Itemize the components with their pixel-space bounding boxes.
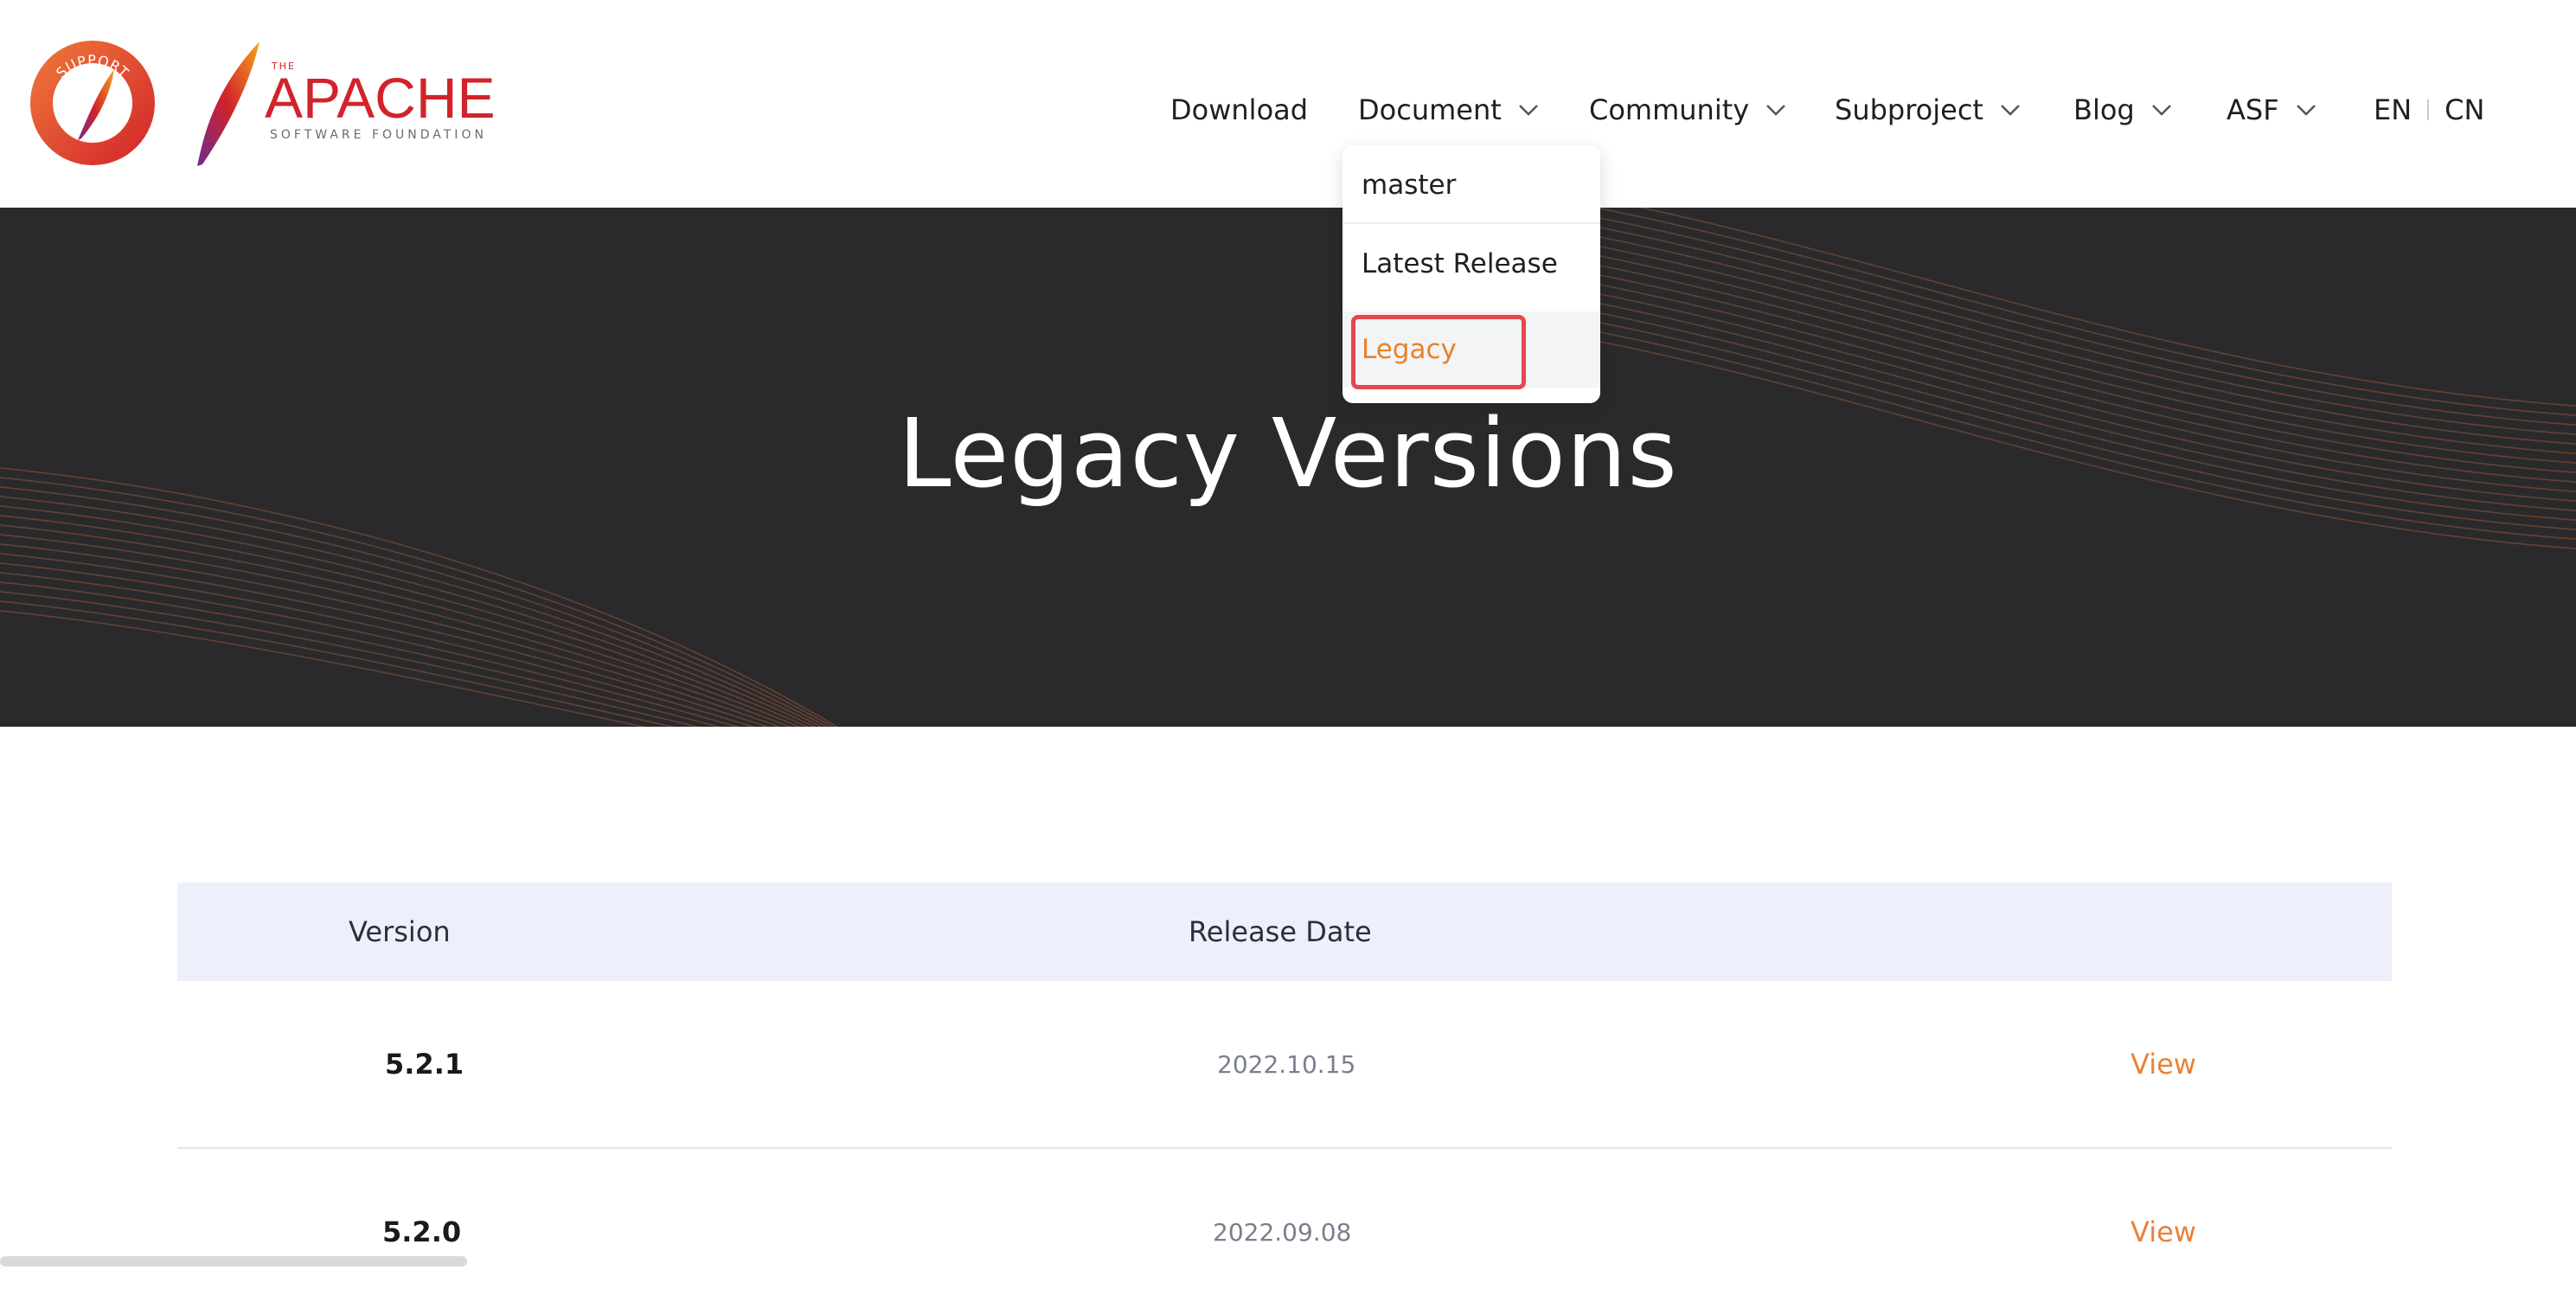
apache-feather-icon — [197, 42, 260, 166]
hero-banner: Legacy Versions — [0, 208, 2576, 727]
nav-subproject-label: Subproject — [1835, 93, 1983, 126]
header-version: Version — [349, 915, 451, 948]
lang-cn[interactable]: CN — [2445, 93, 2484, 126]
versions-table: Version Release Date 5.2.1 2022.10.15 Vi… — [177, 882, 2392, 1315]
nav-download[interactable]: Download — [1170, 87, 1308, 133]
wave-line — [0, 572, 740, 727]
view-link[interactable]: View — [2131, 981, 2196, 1147]
support-apache-badge[interactable]: SUPPORT APACHE — [28, 38, 157, 168]
dropdown-item-latest-release[interactable]: Latest Release — [1342, 226, 1600, 302]
wave-line — [0, 505, 817, 727]
page-title: Legacy Versions — [898, 398, 1678, 509]
chevron-down-icon — [2001, 105, 2020, 116]
nav-blog[interactable]: Blog — [2073, 87, 2173, 133]
lang-divider — [2427, 99, 2430, 120]
selection-highlight — [1351, 315, 1526, 389]
wave-line — [0, 515, 810, 727]
table-row: 5.2.1 2022.10.15 View — [177, 981, 2392, 1149]
asf-logo[interactable]: THE APACHE SOFTWARE FOUNDATION — [192, 38, 512, 168]
wave-line — [0, 477, 834, 727]
dropdown-item-label: Latest Release — [1362, 248, 1558, 279]
wave-line — [0, 610, 647, 727]
chevron-down-icon — [1518, 105, 1538, 116]
nav-document[interactable]: Document — [1358, 87, 1540, 133]
nav-community-label: Community — [1589, 93, 1750, 126]
header-release-date: Release Date — [1189, 915, 1372, 948]
nav-download-label: Download — [1170, 93, 1309, 126]
nav-asf[interactable]: ASF — [2227, 87, 2317, 133]
table-header: Version Release Date — [177, 882, 2392, 981]
view-link[interactable]: View — [2131, 1149, 2196, 1315]
language-switcher: EN CN — [2374, 87, 2484, 133]
nav-subproject[interactable]: Subproject — [1835, 87, 2022, 133]
wave-line — [1637, 208, 2576, 407]
asf-name: APACHE — [265, 66, 496, 130]
chevron-down-icon — [2151, 105, 2171, 116]
wave-line — [0, 496, 823, 727]
dropdown-item-label: master — [1362, 170, 1457, 201]
date-cell: 2022.10.15 — [1217, 1049, 1356, 1079]
wave-line — [0, 581, 721, 727]
site-header: SUPPORT APACHE THE APACHE SOFTWARE FOUND… — [0, 0, 2576, 208]
chevron-down-icon — [2296, 105, 2316, 116]
chevron-down-icon — [1766, 105, 1786, 116]
wave-line — [0, 600, 675, 727]
nav-document-label: Document — [1358, 93, 1502, 126]
lang-en[interactable]: EN — [2374, 93, 2412, 126]
table-row: 5.2.0 2022.09.08 View — [177, 1149, 2392, 1315]
horizontal-scrollbar[interactable] — [0, 1256, 467, 1267]
nav-blog-label: Blog — [2073, 93, 2135, 126]
wave-line — [1599, 208, 2576, 416]
date-cell: 2022.09.08 — [1213, 1217, 1352, 1247]
asf-sub: SOFTWARE FOUNDATION — [270, 128, 487, 142]
dropdown-item-master[interactable]: master — [1342, 148, 1600, 224]
wave-line — [0, 562, 756, 727]
version-cell: 5.2.0 — [382, 1216, 462, 1248]
nav-community[interactable]: Community — [1589, 87, 1787, 133]
nav-asf-label: ASF — [2227, 93, 2279, 126]
version-cell: 5.2.1 — [385, 1048, 465, 1081]
